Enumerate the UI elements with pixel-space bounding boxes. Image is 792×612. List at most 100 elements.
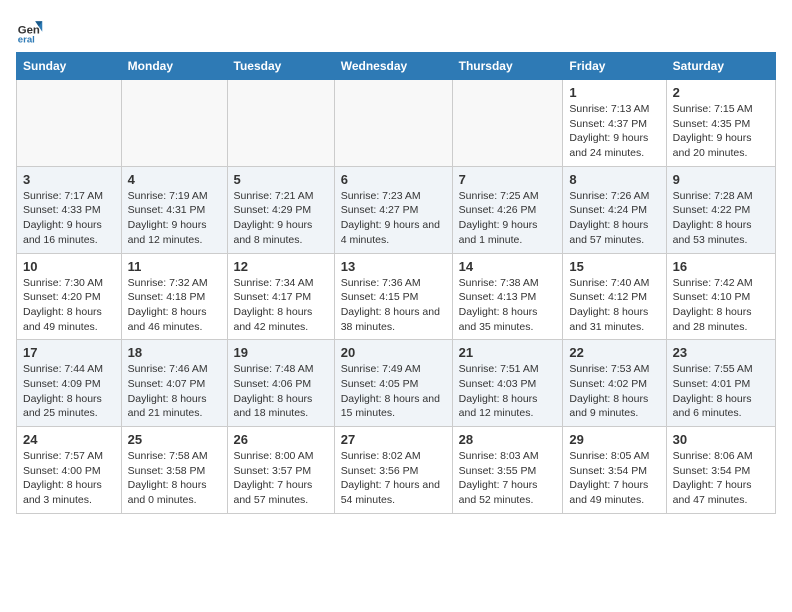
- calendar-cell: 25 Sunrise: 7:58 AM Sunset: 3:58 PM Dayli…: [121, 427, 227, 514]
- day-info: Sunrise: 7:28 AM Sunset: 4:22 PM Dayligh…: [673, 189, 769, 248]
- day-info: Sunrise: 7:32 AM Sunset: 4:18 PM Dayligh…: [128, 276, 221, 335]
- calendar-cell: 12 Sunrise: 7:34 AM Sunset: 4:17 PM Dayli…: [227, 253, 334, 340]
- day-info: Sunrise: 8:02 AM Sunset: 3:56 PM Dayligh…: [341, 449, 446, 508]
- day-number: 11: [128, 259, 221, 274]
- calendar-cell: 21 Sunrise: 7:51 AM Sunset: 4:03 PM Dayli…: [452, 340, 563, 427]
- day-info: Sunrise: 7:48 AM Sunset: 4:06 PM Dayligh…: [234, 362, 328, 421]
- day-header-saturday: Saturday: [666, 53, 775, 80]
- day-number: 12: [234, 259, 328, 274]
- day-info: Sunrise: 7:53 AM Sunset: 4:02 PM Dayligh…: [569, 362, 659, 421]
- day-header-sunday: Sunday: [17, 53, 122, 80]
- day-info: Sunrise: 7:17 AM Sunset: 4:33 PM Dayligh…: [23, 189, 115, 248]
- logo: Gen eral: [16, 16, 48, 44]
- calendar-cell: 4 Sunrise: 7:19 AM Sunset: 4:31 PM Daylig…: [121, 166, 227, 253]
- calendar-cell: 8 Sunrise: 7:26 AM Sunset: 4:24 PM Daylig…: [563, 166, 666, 253]
- day-number: 30: [673, 432, 769, 447]
- day-header-tuesday: Tuesday: [227, 53, 334, 80]
- calendar-cell: 29 Sunrise: 8:05 AM Sunset: 3:54 PM Dayli…: [563, 427, 666, 514]
- day-number: 14: [459, 259, 557, 274]
- day-info: Sunrise: 7:13 AM Sunset: 4:37 PM Dayligh…: [569, 102, 659, 161]
- day-number: 13: [341, 259, 446, 274]
- day-info: Sunrise: 7:19 AM Sunset: 4:31 PM Dayligh…: [128, 189, 221, 248]
- week-row-2: 3 Sunrise: 7:17 AM Sunset: 4:33 PM Daylig…: [17, 166, 776, 253]
- week-row-4: 17Sunrise: 7:44 AM Sunset: 4:09 PM Dayli…: [17, 340, 776, 427]
- day-number: 28: [459, 432, 557, 447]
- day-number: 20: [341, 345, 446, 360]
- day-info: Sunrise: 7:58 AM Sunset: 3:58 PM Dayligh…: [128, 449, 221, 508]
- day-number: 29: [569, 432, 659, 447]
- day-number: 8: [569, 172, 659, 187]
- calendar-cell: 18Sunrise: 7:46 AM Sunset: 4:07 PM Dayli…: [121, 340, 227, 427]
- calendar-cell: [334, 80, 452, 167]
- day-number: 15: [569, 259, 659, 274]
- calendar-cell: 28 Sunrise: 8:03 AM Sunset: 3:55 PM Dayli…: [452, 427, 563, 514]
- calendar-cell: 14 Sunrise: 7:38 AM Sunset: 4:13 PM Dayli…: [452, 253, 563, 340]
- day-info: Sunrise: 8:03 AM Sunset: 3:55 PM Dayligh…: [459, 449, 557, 508]
- day-header-wednesday: Wednesday: [334, 53, 452, 80]
- day-number: 3: [23, 172, 115, 187]
- day-number: 10: [23, 259, 115, 274]
- calendar-cell: 30 Sunrise: 8:06 AM Sunset: 3:54 PM Dayli…: [666, 427, 775, 514]
- calendar-cell: 22 Sunrise: 7:53 AM Sunset: 4:02 PM Dayli…: [563, 340, 666, 427]
- calendar-cell: 3 Sunrise: 7:17 AM Sunset: 4:33 PM Daylig…: [17, 166, 122, 253]
- day-info: Sunrise: 7:30 AM Sunset: 4:20 PM Dayligh…: [23, 276, 115, 335]
- day-info: Sunrise: 7:57 AM Sunset: 4:00 PM Dayligh…: [23, 449, 115, 508]
- header-row: SundayMondayTuesdayWednesdayThursdayFrid…: [17, 53, 776, 80]
- day-info: Sunrise: 7:15 AM Sunset: 4:35 PM Dayligh…: [673, 102, 769, 161]
- calendar-cell: 16 Sunrise: 7:42 AM Sunset: 4:10 PM Dayli…: [666, 253, 775, 340]
- calendar-cell: 23Sunrise: 7:55 AM Sunset: 4:01 PM Dayli…: [666, 340, 775, 427]
- day-number: 7: [459, 172, 557, 187]
- day-number: 17: [23, 345, 115, 360]
- logo-icon: Gen eral: [16, 16, 44, 44]
- day-number: 16: [673, 259, 769, 274]
- day-info: Sunrise: 7:42 AM Sunset: 4:10 PM Dayligh…: [673, 276, 769, 335]
- week-row-3: 10 Sunrise: 7:30 AM Sunset: 4:20 PM Dayli…: [17, 253, 776, 340]
- day-header-monday: Monday: [121, 53, 227, 80]
- svg-text:eral: eral: [18, 34, 35, 44]
- day-number: 26: [234, 432, 328, 447]
- calendar-cell: 1 Sunrise: 7:13 AM Sunset: 4:37 PM Daylig…: [563, 80, 666, 167]
- calendar-cell: 20 Sunrise: 7:49 AM Sunset: 4:05 PM Dayli…: [334, 340, 452, 427]
- calendar-cell: 6Sunrise: 7:23 AM Sunset: 4:27 PM Daylig…: [334, 166, 452, 253]
- day-number: 2: [673, 85, 769, 100]
- week-row-1: 1 Sunrise: 7:13 AM Sunset: 4:37 PM Daylig…: [17, 80, 776, 167]
- calendar-cell: [452, 80, 563, 167]
- day-number: 23: [673, 345, 769, 360]
- day-info: Sunrise: 8:05 AM Sunset: 3:54 PM Dayligh…: [569, 449, 659, 508]
- calendar-cell: 5 Sunrise: 7:21 AM Sunset: 4:29 PM Daylig…: [227, 166, 334, 253]
- calendar-cell: [17, 80, 122, 167]
- day-header-friday: Friday: [563, 53, 666, 80]
- calendar-cell: 9Sunrise: 7:28 AM Sunset: 4:22 PM Daylig…: [666, 166, 775, 253]
- day-header-thursday: Thursday: [452, 53, 563, 80]
- day-number: 22: [569, 345, 659, 360]
- day-number: 25: [128, 432, 221, 447]
- day-number: 4: [128, 172, 221, 187]
- calendar-cell: 26 Sunrise: 8:00 AM Sunset: 3:57 PM Dayli…: [227, 427, 334, 514]
- day-number: 24: [23, 432, 115, 447]
- day-info: Sunrise: 7:46 AM Sunset: 4:07 PM Dayligh…: [128, 362, 221, 421]
- calendar-cell: [227, 80, 334, 167]
- day-number: 5: [234, 172, 328, 187]
- day-info: Sunrise: 7:26 AM Sunset: 4:24 PM Dayligh…: [569, 189, 659, 248]
- calendar-cell: 24 Sunrise: 7:57 AM Sunset: 4:00 PM Dayli…: [17, 427, 122, 514]
- calendar-cell: 11 Sunrise: 7:32 AM Sunset: 4:18 PM Dayli…: [121, 253, 227, 340]
- calendar-cell: 13 Sunrise: 7:36 AM Sunset: 4:15 PM Dayli…: [334, 253, 452, 340]
- calendar-cell: [121, 80, 227, 167]
- day-info: Sunrise: 7:25 AM Sunset: 4:26 PM Dayligh…: [459, 189, 557, 248]
- week-row-5: 24 Sunrise: 7:57 AM Sunset: 4:00 PM Dayli…: [17, 427, 776, 514]
- day-info: Sunrise: 7:51 AM Sunset: 4:03 PM Dayligh…: [459, 362, 557, 421]
- day-number: 27: [341, 432, 446, 447]
- calendar-cell: 10 Sunrise: 7:30 AM Sunset: 4:20 PM Dayli…: [17, 253, 122, 340]
- day-number: 21: [459, 345, 557, 360]
- day-info: Sunrise: 8:00 AM Sunset: 3:57 PM Dayligh…: [234, 449, 328, 508]
- day-number: 19: [234, 345, 328, 360]
- day-number: 1: [569, 85, 659, 100]
- day-info: Sunrise: 7:21 AM Sunset: 4:29 PM Dayligh…: [234, 189, 328, 248]
- day-info: Sunrise: 7:38 AM Sunset: 4:13 PM Dayligh…: [459, 276, 557, 335]
- day-info: Sunrise: 7:40 AM Sunset: 4:12 PM Dayligh…: [569, 276, 659, 335]
- day-info: Sunrise: 8:06 AM Sunset: 3:54 PM Dayligh…: [673, 449, 769, 508]
- day-info: Sunrise: 7:34 AM Sunset: 4:17 PM Dayligh…: [234, 276, 328, 335]
- calendar-cell: 2 Sunrise: 7:15 AM Sunset: 4:35 PM Daylig…: [666, 80, 775, 167]
- day-info: Sunrise: 7:49 AM Sunset: 4:05 PM Dayligh…: [341, 362, 446, 421]
- day-info: Sunrise: 7:36 AM Sunset: 4:15 PM Dayligh…: [341, 276, 446, 335]
